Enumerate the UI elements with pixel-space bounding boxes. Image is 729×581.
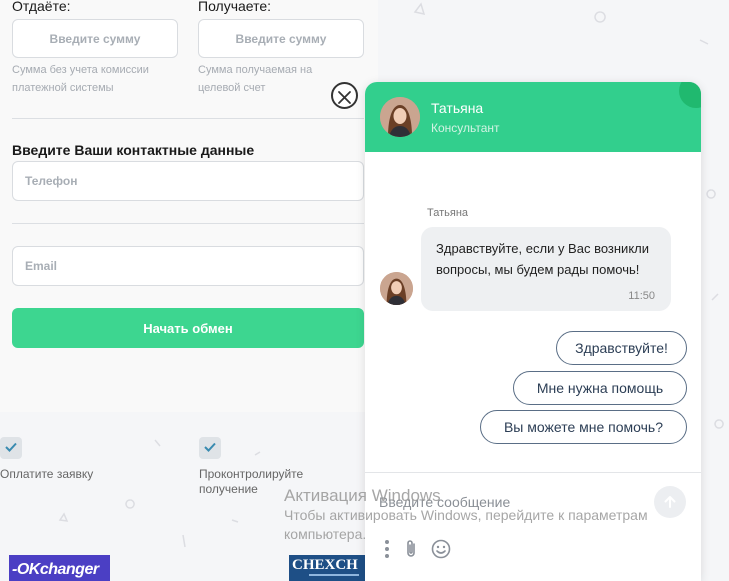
contacts-title: Введите Ваши контактные данные bbox=[12, 142, 255, 158]
divider bbox=[12, 223, 364, 224]
agent-avatar bbox=[380, 97, 420, 137]
message-text: Здравствуйте, если у Вас возникли вопрос… bbox=[436, 241, 649, 277]
activation-text: Чтобы активировать Windows, перейдите к … bbox=[284, 507, 648, 542]
agent-photo-icon bbox=[380, 272, 413, 305]
exchange-form: Отдаёте: Получаете: Сумма без учета коми… bbox=[0, 0, 378, 412]
quick-reply-hello[interactable]: Здравствуйте! bbox=[556, 331, 687, 365]
divider bbox=[12, 118, 364, 119]
agent-name: Татьяна bbox=[431, 100, 484, 116]
give-amount-input[interactable] bbox=[12, 19, 178, 58]
agent-photo-icon bbox=[380, 97, 420, 137]
give-hint: Сумма без учета комиссии платежной систе… bbox=[12, 64, 149, 94]
give-label: Отдаёте: bbox=[12, 0, 71, 14]
quick-reply-need-help[interactable]: Мне нужна помощь bbox=[513, 371, 687, 405]
step-check-icon bbox=[199, 437, 221, 459]
email-input[interactable] bbox=[12, 246, 364, 286]
chexchange-logo-text: CHEXCH bbox=[292, 557, 358, 573]
chat-header: Татьяна Консультант bbox=[365, 82, 701, 152]
quick-reply-can-you-help[interactable]: Вы можете мне помочь? bbox=[480, 410, 687, 444]
receive-hint: Сумма получаемая на целевой счет bbox=[198, 64, 313, 94]
windows-activation-watermark: Активация Windows Чтобы активировать Win… bbox=[284, 486, 684, 544]
step-check-icon bbox=[0, 437, 22, 459]
message-time: 11:50 bbox=[628, 290, 655, 302]
receive-label: Получаете: bbox=[198, 0, 272, 14]
message-sender: Татьяна bbox=[427, 207, 469, 219]
okchanger-logo[interactable]: -OKchanger bbox=[9, 555, 110, 581]
agent-role: Консультант bbox=[431, 121, 500, 135]
receive-amount-input[interactable] bbox=[198, 19, 364, 58]
chexchange-logo[interactable]: CHEXCH bbox=[289, 555, 367, 581]
close-icon bbox=[338, 91, 351, 104]
message-bubble: Здравствуйте, если у Вас возникли вопрос… bbox=[421, 227, 671, 311]
composer-divider bbox=[365, 472, 701, 473]
activation-title: Активация Windows bbox=[284, 486, 441, 505]
header-corner-decoration bbox=[679, 82, 701, 108]
phone-input[interactable] bbox=[12, 161, 364, 201]
close-chat-button[interactable] bbox=[331, 82, 358, 109]
start-exchange-button[interactable]: Начать обмен bbox=[12, 308, 364, 348]
okchanger-logo-text: -OKchanger bbox=[12, 561, 99, 578]
logo-subline bbox=[309, 574, 359, 576]
message-avatar bbox=[380, 272, 413, 305]
step-pay-label: Оплатите заявку bbox=[0, 467, 94, 481]
